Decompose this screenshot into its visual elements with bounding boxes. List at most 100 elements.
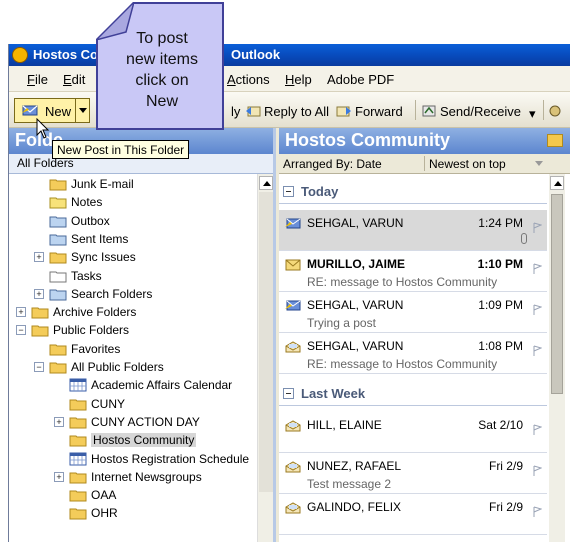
- arranged-by-label[interactable]: Arranged By: Date: [283, 157, 382, 171]
- reply-all-button[interactable]: Reply to All: [245, 104, 329, 119]
- scrollbar-thumb[interactable]: [551, 194, 563, 394]
- callout-text: To post new items click on New: [106, 28, 218, 112]
- folder-item[interactable]: Academic Affairs Calendar: [9, 377, 257, 395]
- message-sender: SEHGAL, VARUN: [307, 339, 404, 353]
- message-group-header[interactable]: Last Week: [279, 380, 547, 406]
- folder-item[interactable]: − All Public Folders: [9, 359, 257, 377]
- expand-icon[interactable]: +: [54, 416, 64, 427]
- forward-button[interactable]: Forward: [336, 104, 403, 119]
- flag-icon[interactable]: [532, 263, 542, 275]
- message-row[interactable]: GALINDO, FELIX Fri 2/9: [279, 494, 547, 535]
- collapse-icon[interactable]: −: [34, 362, 44, 372]
- scroll-up-arrow-icon[interactable]: [550, 176, 564, 190]
- address-book-icon[interactable]: [549, 104, 568, 119]
- folder-item[interactable]: Notes: [9, 194, 257, 212]
- send-receive-button[interactable]: Send/Receive: [421, 104, 521, 119]
- message-sender: MURILLO, JAIME: [307, 257, 405, 271]
- folder-item[interactable]: OAA: [9, 487, 257, 505]
- folder-item[interactable]: OHR: [9, 505, 257, 523]
- folder-item[interactable]: Tasks: [9, 268, 257, 286]
- expand-icon[interactable]: +: [34, 288, 44, 299]
- menu-adobe-pdf[interactable]: Adobe PDF: [327, 72, 394, 87]
- folder-item[interactable]: Junk E-mail: [9, 176, 257, 194]
- collapse-icon[interactable]: −: [16, 325, 26, 336]
- menu-help[interactable]: Help: [285, 72, 312, 87]
- new-dropdown-arrow-icon[interactable]: [79, 108, 87, 113]
- flag-icon[interactable]: [532, 465, 542, 477]
- read-envelope-icon: [285, 341, 301, 353]
- folder-item[interactable]: + Internet Newsgroups: [9, 469, 257, 487]
- folder-item[interactable]: + Archive Folders: [9, 304, 257, 322]
- message-group-header[interactable]: Today: [279, 178, 547, 204]
- notes-icon: [49, 195, 67, 209]
- message-subject: Trying a post: [307, 316, 376, 330]
- public-folders-icon: [31, 323, 49, 337]
- expand-icon[interactable]: +: [54, 471, 64, 482]
- message-row[interactable]: NUNEZ, RAFAEL Fri 2/9 Test message 2: [279, 453, 547, 494]
- group-divider: [279, 203, 547, 204]
- read-envelope-icon: [285, 420, 301, 432]
- scroll-up-arrow-icon[interactable]: [259, 176, 273, 190]
- folder-item[interactable]: Favorites: [9, 341, 257, 359]
- message-row[interactable]: SEHGAL, VARUN 1:09 PM Trying a post: [279, 292, 547, 333]
- flag-icon[interactable]: [532, 345, 542, 357]
- folder-item[interactable]: Hostos Registration Schedule: [9, 451, 257, 469]
- folder-item[interactable]: + Sync Issues: [9, 249, 257, 267]
- message-sender: SEHGAL, VARUN: [307, 216, 404, 230]
- message-time: Fri 2/9: [488, 500, 523, 514]
- forward-label: Forward: [355, 104, 403, 119]
- folder-icon: [69, 397, 87, 411]
- menu-actions[interactable]: Actions: [227, 72, 270, 87]
- message-row[interactable]: HILL, ELAINE Sat 2/10: [279, 412, 547, 453]
- folder-scrollbar[interactable]: [257, 174, 273, 542]
- flag-icon[interactable]: [532, 222, 542, 234]
- arrange-bar[interactable]: Arranged By: Date Newest on top: [279, 154, 570, 174]
- collapse-icon[interactable]: [283, 388, 294, 399]
- folder-icon: [69, 470, 87, 484]
- menu-file[interactable]: File: [27, 72, 48, 87]
- folder-item[interactable]: + CUNY ACTION DAY: [9, 414, 257, 432]
- sent-items-icon: [49, 232, 67, 246]
- new-post-button[interactable]: New: [14, 98, 90, 123]
- column-divider: [424, 156, 425, 171]
- folder-tree: Junk E-mail Notes Outbox Sent Items + Sync Is…: [9, 174, 257, 542]
- toolbar-separator: [543, 100, 544, 120]
- flag-icon[interactable]: [532, 506, 542, 518]
- folder-label: Notes: [71, 195, 103, 210]
- send-receive-label: Send/Receive: [440, 104, 521, 119]
- sort-order-label[interactable]: Newest on top: [429, 157, 506, 171]
- expand-icon[interactable]: +: [34, 252, 44, 263]
- message-row[interactable]: SEHGAL, VARUN 1:24 PM: [279, 210, 547, 251]
- forward-icon: [336, 106, 351, 117]
- junk-folder-icon: [49, 177, 67, 191]
- folder-label: OAA: [91, 488, 117, 503]
- folder-label: Junk E-mail: [71, 177, 134, 191]
- collapse-icon[interactable]: [283, 186, 294, 197]
- folder-item[interactable]: CUNY: [9, 396, 257, 414]
- send-receive-dropdown-arrow-icon[interactable]: ▾: [529, 106, 536, 122]
- menu-edit[interactable]: Edit: [63, 72, 85, 87]
- folder-label: Sent Items: [71, 231, 129, 246]
- message-row[interactable]: SEHGAL, VARUN 1:08 PM RE: message to Hosto…: [279, 333, 547, 374]
- callout-line: To post: [136, 30, 188, 47]
- folder-item[interactable]: + Search Folders: [9, 286, 257, 304]
- folder-label: Search Folders: [71, 286, 153, 301]
- folder-item[interactable]: Sent Items: [9, 231, 257, 249]
- archive-icon: [31, 305, 49, 319]
- sort-arrow-icon[interactable]: [535, 161, 543, 166]
- message-list-scrollbar[interactable]: [549, 174, 565, 542]
- expand-icon[interactable]: +: [16, 307, 26, 318]
- folder-item[interactable]: − Public Folders: [9, 322, 257, 340]
- send-receive-icon: [422, 105, 436, 117]
- message-row[interactable]: MURILLO, JAIME 1:10 PM RE: message to Host…: [279, 251, 547, 292]
- calendar-icon: [69, 378, 87, 392]
- folder-item[interactable]: Hostos Community: [9, 432, 257, 450]
- folder-label: OHR: [91, 506, 118, 521]
- unread-envelope-icon: [285, 259, 301, 271]
- reply-button[interactable]: ly: [231, 104, 240, 119]
- mouse-cursor-icon: [36, 118, 50, 139]
- scrollbar-thumb[interactable]: [259, 192, 273, 492]
- flag-icon[interactable]: [532, 304, 542, 316]
- flag-icon[interactable]: [532, 424, 542, 436]
- folder-item[interactable]: Outbox: [9, 213, 257, 231]
